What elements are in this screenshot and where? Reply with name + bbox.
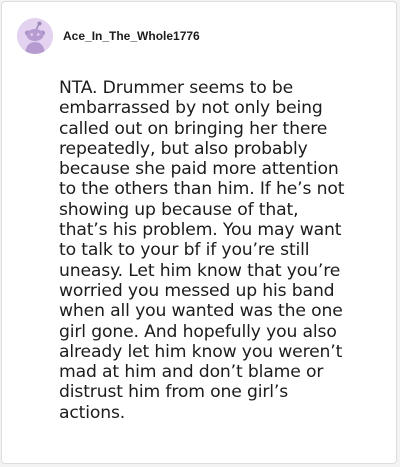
reddit-snoo-avatar-icon xyxy=(17,18,53,54)
comment-body: NTA. Drummer seems to be embarrassed by … xyxy=(59,78,345,423)
comment-card: Ace_In_The_Whole1776 NTA. Drummer seems … xyxy=(1,1,397,464)
user-avatar[interactable] xyxy=(17,18,53,54)
comment-header: Ace_In_The_Whole1776 xyxy=(17,16,200,56)
comment-username[interactable]: Ace_In_The_Whole1776 xyxy=(63,29,200,43)
